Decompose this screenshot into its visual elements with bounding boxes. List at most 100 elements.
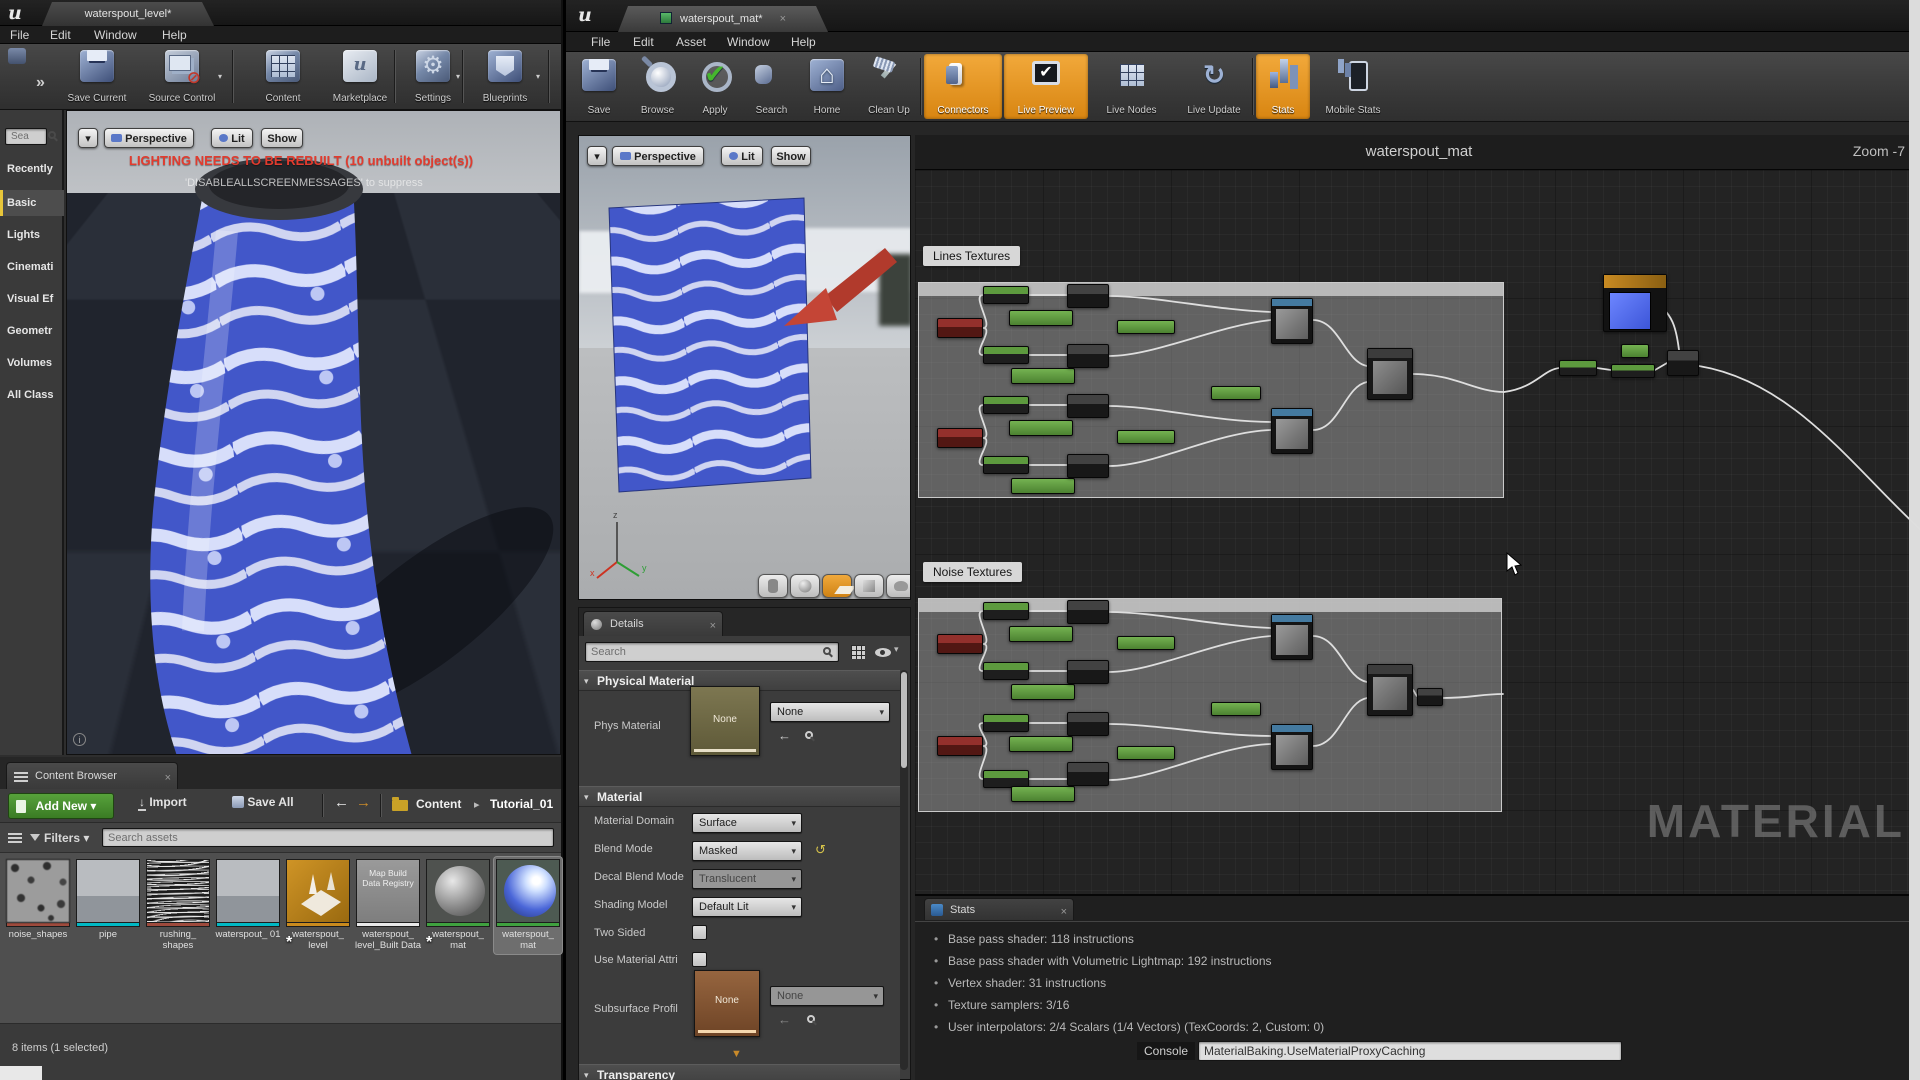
material-preview-viewport[interactable]: ▾ Perspective Lit Show z x y bbox=[578, 135, 911, 600]
graph-node-gdark[interactable] bbox=[1611, 364, 1655, 378]
breadcrumb-root[interactable]: Content bbox=[416, 797, 461, 811]
graph-node-green[interactable] bbox=[1117, 430, 1175, 444]
section-material[interactable]: Material bbox=[579, 786, 900, 807]
menu-item-file[interactable]: File bbox=[10, 28, 29, 42]
search-icon[interactable] bbox=[48, 131, 56, 139]
graph-node-green[interactable] bbox=[1009, 420, 1073, 436]
subsurface-thumbnail[interactable]: None bbox=[694, 970, 760, 1037]
graph-node-red[interactable] bbox=[937, 634, 983, 654]
graph-node-green[interactable] bbox=[1011, 368, 1075, 384]
detail-dropdown-material-domain[interactable]: Surface bbox=[692, 813, 802, 833]
blueprints-button[interactable]: Blueprints▾ bbox=[468, 46, 542, 107]
graph-node-green[interactable] bbox=[1117, 320, 1175, 334]
detail-dropdown-shading-model[interactable]: Default Lit bbox=[692, 897, 802, 917]
preview-shape-mesh-button[interactable] bbox=[886, 574, 911, 598]
plugin-icon[interactable] bbox=[8, 48, 26, 64]
save-all-button[interactable]: Save All bbox=[232, 795, 294, 809]
tab-close-icon[interactable]: × bbox=[780, 13, 786, 25]
eye-caret-icon[interactable]: ▾ bbox=[894, 644, 899, 655]
graph-node-dark[interactable] bbox=[1067, 712, 1109, 736]
breadcrumb-folder[interactable]: Tutorial_01 bbox=[490, 797, 553, 811]
detail-checkbox-use-material-attri[interactable] bbox=[692, 952, 707, 967]
details-search-input[interactable] bbox=[585, 642, 839, 662]
graph-node-gdark[interactable] bbox=[983, 714, 1029, 732]
sidebar-item-volumes[interactable]: Volumes bbox=[0, 350, 64, 376]
caret-down-icon[interactable]: ▾ bbox=[218, 72, 222, 81]
caret-down-icon[interactable]: ▾ bbox=[536, 72, 540, 81]
graph-node-dark[interactable] bbox=[1067, 600, 1109, 624]
source-control-button[interactable]: Source Control▾ bbox=[140, 46, 224, 107]
lit-button[interactable]: Lit bbox=[211, 128, 253, 148]
graph-node-green[interactable] bbox=[1117, 746, 1175, 760]
sidebar-item-all-class[interactable]: All Class bbox=[0, 382, 64, 408]
browse-button[interactable]: Browse bbox=[629, 54, 686, 119]
subsurface-dropdown[interactable]: None bbox=[770, 986, 884, 1006]
caret-down-icon[interactable]: ▾ bbox=[456, 72, 460, 81]
lit-button[interactable]: Lit bbox=[721, 146, 763, 166]
home-button[interactable]: Home bbox=[800, 54, 854, 119]
level-editor-tab[interactable]: waterspout_level* bbox=[42, 2, 214, 26]
graph-node-green[interactable] bbox=[1009, 626, 1073, 642]
detail-dropdown-blend-mode[interactable]: Masked bbox=[692, 841, 802, 861]
graph-node-gdark[interactable] bbox=[983, 602, 1029, 620]
graph-node-tex[interactable] bbox=[1271, 724, 1313, 770]
comment-label-lines-textures[interactable]: Lines Textures bbox=[923, 246, 1020, 266]
graph-node-add[interactable] bbox=[1367, 348, 1413, 400]
save-button[interactable]: Save bbox=[571, 54, 627, 119]
preview-shape-cube-button[interactable] bbox=[854, 574, 884, 598]
show-button[interactable]: Show bbox=[771, 146, 811, 166]
graph-node-gdark[interactable] bbox=[983, 396, 1029, 414]
graph-node-tex[interactable] bbox=[1271, 408, 1313, 454]
phys-material-dropdown[interactable]: None bbox=[770, 702, 890, 722]
expand-chevron-icon[interactable]: » bbox=[36, 74, 45, 92]
graph-node-green[interactable] bbox=[1009, 736, 1073, 752]
tab-close-icon[interactable]: × bbox=[1061, 901, 1067, 923]
forward-arrow-icon[interactable]: → bbox=[356, 794, 371, 811]
graph-node-green[interactable] bbox=[1621, 344, 1649, 358]
asset-tile-noise-shapes[interactable]: noise_shapes bbox=[4, 857, 72, 944]
graph-node-green[interactable] bbox=[1011, 478, 1075, 494]
preview-shape-cylinder-button[interactable] bbox=[758, 574, 788, 598]
grid-view-icon[interactable] bbox=[851, 645, 865, 659]
sidebar-item-lights[interactable]: Lights bbox=[0, 222, 64, 248]
details-scrollbar[interactable] bbox=[900, 670, 908, 1070]
show-button[interactable]: Show bbox=[261, 128, 303, 148]
save-current-button[interactable]: Save Current bbox=[58, 46, 136, 107]
preview-shape-sphere-button[interactable] bbox=[790, 574, 820, 598]
graph-node-green[interactable] bbox=[1211, 702, 1261, 716]
tab-close-icon[interactable]: × bbox=[710, 614, 716, 639]
content-browser-tab[interactable]: Content Browser × bbox=[6, 762, 178, 789]
graph-node-param[interactable] bbox=[1603, 274, 1667, 332]
graph-node-green[interactable] bbox=[1011, 684, 1075, 700]
graph-node-tex[interactable] bbox=[1271, 298, 1313, 344]
sidebar-item-geometr[interactable]: Geometr bbox=[0, 318, 64, 344]
filters-button[interactable]: Filters ▾ bbox=[44, 831, 89, 845]
graph-node-dark[interactable] bbox=[1067, 284, 1109, 308]
asset-tile-waterspout-mat[interactable]: *waterspout_ mat bbox=[424, 857, 492, 954]
graph-node-green[interactable] bbox=[1011, 786, 1075, 802]
sidebar-item-cinemati[interactable]: Cinemati bbox=[0, 254, 64, 280]
graph-node-red[interactable] bbox=[937, 428, 983, 448]
menu-item-file[interactable]: File bbox=[591, 35, 610, 49]
live-preview-button[interactable]: Live Preview bbox=[1004, 54, 1088, 119]
import-button[interactable]: ↓ Import bbox=[138, 795, 187, 809]
browse-asset-icon[interactable] bbox=[807, 1015, 815, 1023]
graph-canvas[interactable]: MATERIAL Lines TexturesNoise Textures bbox=[915, 170, 1920, 894]
tab-close-icon[interactable]: × bbox=[165, 765, 171, 792]
stats-button[interactable]: Stats bbox=[1256, 54, 1310, 119]
graph-node-dark[interactable] bbox=[1067, 394, 1109, 418]
stats-tab[interactable]: Stats × bbox=[924, 898, 1074, 920]
graph-node-dark[interactable] bbox=[1667, 350, 1699, 376]
graph-node-gdark[interactable] bbox=[983, 662, 1029, 680]
section-transparency[interactable]: Transparency bbox=[579, 1064, 900, 1080]
perspective-button[interactable]: Perspective bbox=[612, 146, 704, 166]
menu-item-window[interactable]: Window bbox=[727, 35, 770, 49]
clean-up-button[interactable]: Clean Up bbox=[855, 54, 923, 119]
console-input[interactable] bbox=[1198, 1041, 1622, 1061]
graph-node-tex[interactable] bbox=[1271, 614, 1313, 660]
use-selected-arrow-icon[interactable]: ← bbox=[778, 1012, 791, 1027]
modes-search-input[interactable] bbox=[5, 128, 47, 145]
graph-node-dark[interactable] bbox=[1067, 454, 1109, 478]
asset-tile-pipe[interactable]: pipe bbox=[74, 857, 142, 944]
graph-node-green[interactable] bbox=[1211, 386, 1261, 400]
